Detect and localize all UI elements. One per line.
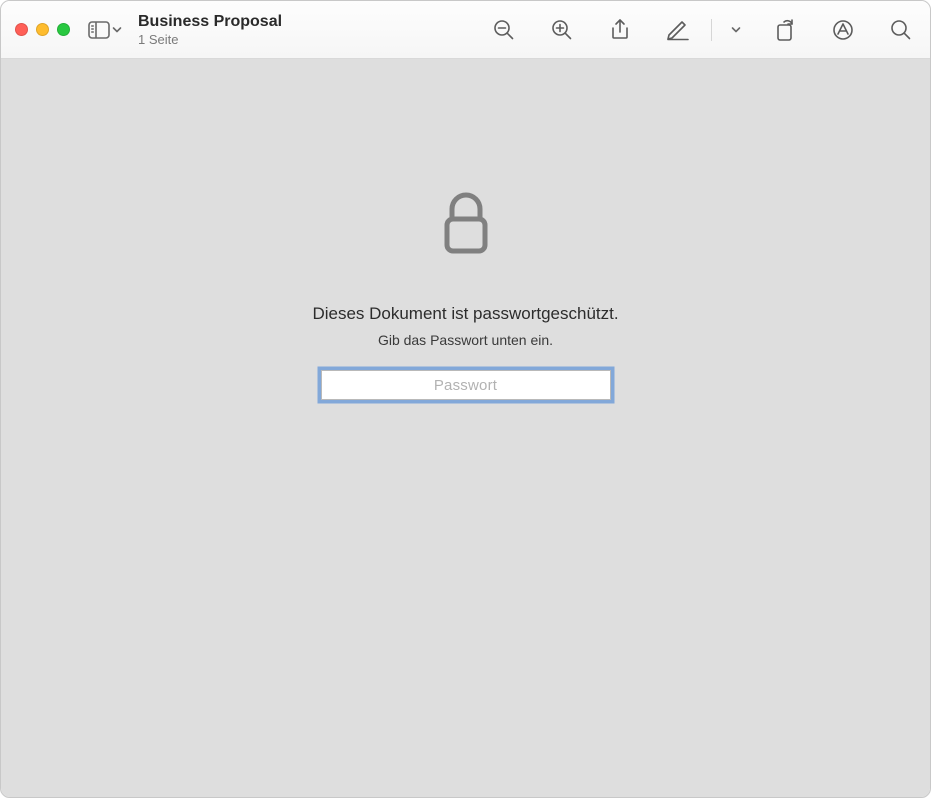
- password-input[interactable]: [321, 370, 611, 400]
- sidebar-icon: [88, 21, 110, 39]
- chevron-down-icon: [731, 26, 741, 34]
- zoom-in-icon: [551, 19, 573, 41]
- highlight-icon: [666, 19, 690, 41]
- prompt-headline: Dieses Dokument ist passwortgeschützt.: [312, 304, 618, 324]
- share-icon: [609, 18, 631, 42]
- password-prompt: Dieses Dokument ist passwortgeschützt. G…: [312, 189, 618, 400]
- highlight-button[interactable]: [663, 15, 693, 45]
- minimize-button[interactable]: [36, 23, 49, 36]
- share-button[interactable]: [605, 15, 635, 45]
- fullscreen-button[interactable]: [57, 23, 70, 36]
- content-area: Dieses Dokument ist passwortgeschützt. G…: [1, 59, 930, 797]
- search-icon: [890, 19, 912, 41]
- window-controls: [15, 23, 70, 36]
- toolbar: [489, 15, 916, 45]
- zoom-in-button[interactable]: [547, 15, 577, 45]
- toolbar-divider: [711, 19, 712, 41]
- rotate-icon: [774, 18, 796, 42]
- zoom-out-button[interactable]: [489, 15, 519, 45]
- markup-icon: [832, 19, 854, 41]
- lock-icon: [439, 189, 493, 264]
- app-window: Business Proposal 1 Seite: [0, 0, 931, 798]
- markup-button[interactable]: [828, 15, 858, 45]
- sidebar-toggle-button[interactable]: [88, 21, 122, 39]
- zoom-out-icon: [493, 19, 515, 41]
- prompt-subhead: Gib das Passwort unten ein.: [378, 332, 553, 348]
- chevron-down-icon: [112, 26, 122, 34]
- document-subtitle: 1 Seite: [138, 32, 282, 48]
- close-button[interactable]: [15, 23, 28, 36]
- rotate-button[interactable]: [770, 15, 800, 45]
- titlebar: Business Proposal 1 Seite: [1, 1, 930, 59]
- document-title: Business Proposal: [138, 12, 282, 31]
- title-block: Business Proposal 1 Seite: [138, 12, 282, 48]
- highlight-menu-button[interactable]: [730, 15, 742, 45]
- search-button[interactable]: [886, 15, 916, 45]
